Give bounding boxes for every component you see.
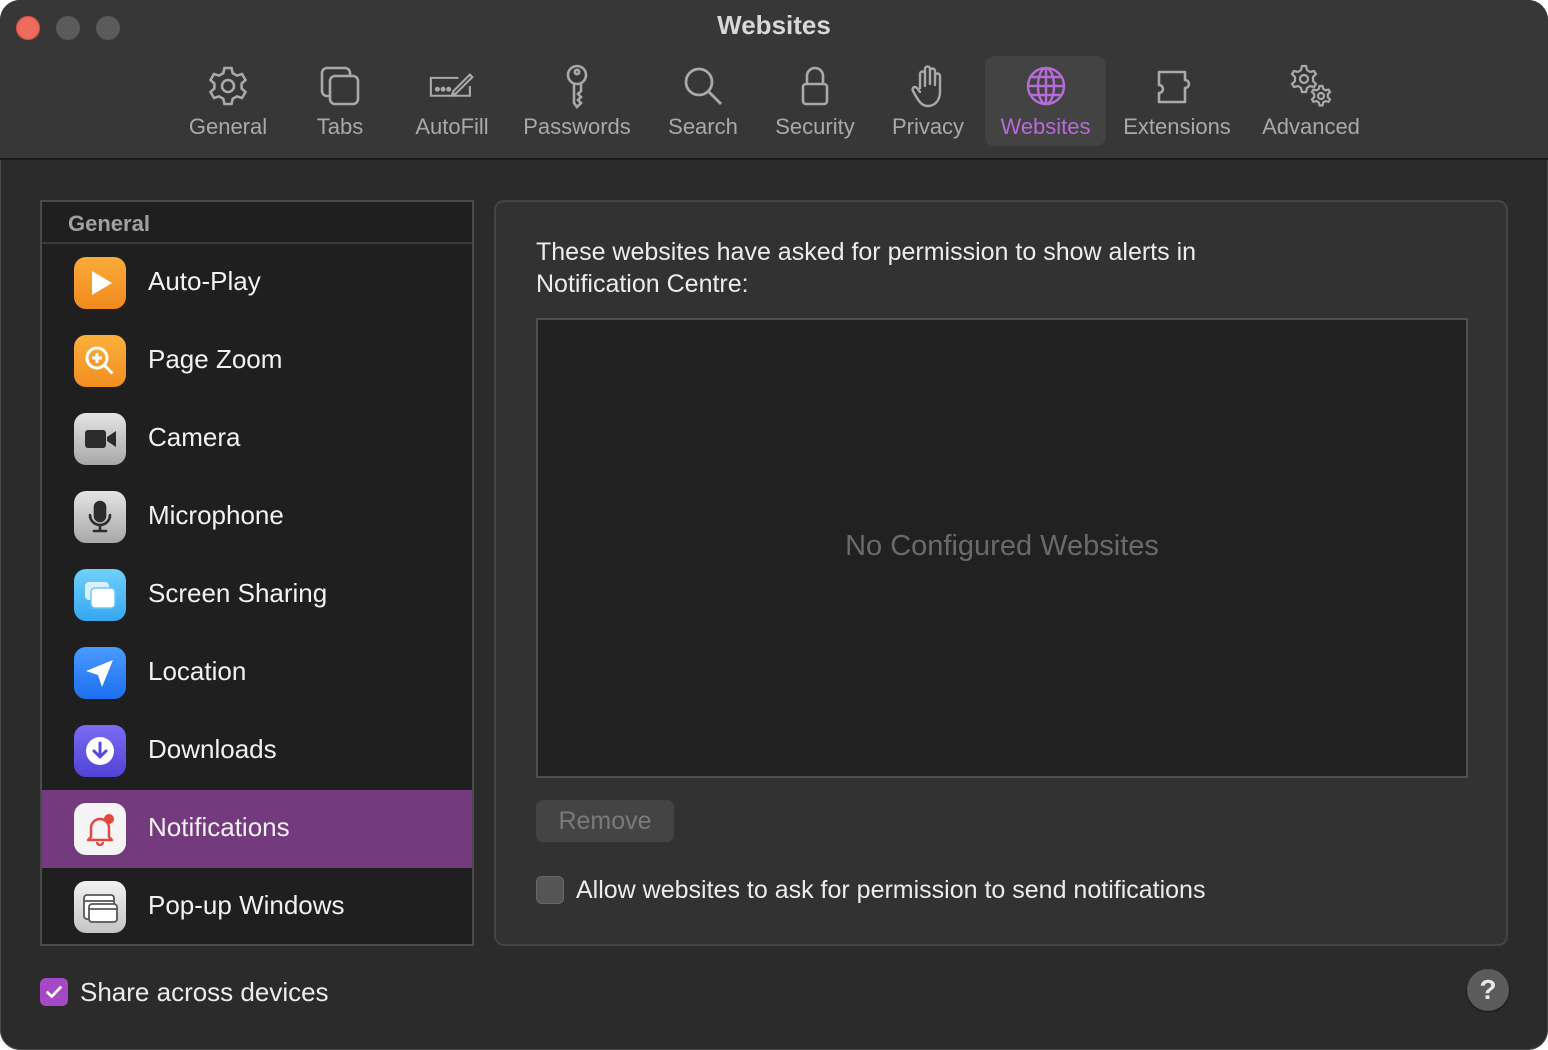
key-icon <box>551 60 603 112</box>
microphone-icon <box>74 491 126 543</box>
sidebar-item-microphone[interactable]: Microphone <box>42 478 472 556</box>
toolbar-label: Extensions <box>1123 114 1231 139</box>
sidebar-header: General <box>42 202 472 244</box>
help-button[interactable]: ? <box>1467 969 1509 1011</box>
sidebar-item-label: Auto-Play <box>148 266 261 296</box>
sidebar-item-label: Camera <box>148 422 241 452</box>
preferences-window: Websites General Tabs AutoFill Passwords… <box>0 0 1548 1050</box>
popup-window-icon <box>74 881 126 933</box>
sidebar: General Auto-Play Page Zoom Camera Micro… <box>40 200 474 946</box>
toolbar-tabs[interactable]: Tabs <box>300 56 380 146</box>
sidebar-item-screen-sharing[interactable]: Screen Sharing <box>42 556 472 634</box>
sidebar-item-label: Location <box>148 656 247 686</box>
share-across-devices-label: Share across devices <box>80 976 329 1007</box>
bell-icon <box>74 803 126 855</box>
allow-permission-row: Allow websites to ask for permission to … <box>536 874 1205 906</box>
sidebar-item-label: Page Zoom <box>148 344 283 374</box>
search-icon <box>677 60 729 112</box>
allow-permission-checkbox[interactable] <box>536 876 564 904</box>
play-icon <box>74 257 126 309</box>
remove-button[interactable]: Remove <box>536 800 674 842</box>
sidebar-item-pop-up-windows[interactable]: Pop-up Windows <box>42 868 472 946</box>
sidebar-item-label: Pop-up Windows <box>148 890 345 920</box>
lock-icon <box>789 60 841 112</box>
toolbar-label: Passwords <box>523 114 631 139</box>
toolbar-label: Security <box>775 114 855 139</box>
toolbar-label: Search <box>668 114 738 139</box>
sidebar-item-label: Notifications <box>148 812 290 842</box>
sidebar-item-auto-play[interactable]: Auto-Play <box>42 244 472 322</box>
toolbar-extensions[interactable]: Extensions <box>1116 56 1238 146</box>
sidebar-item-camera[interactable]: Camera <box>42 400 472 478</box>
share-across-devices-checkbox[interactable] <box>40 978 68 1006</box>
toolbar-passwords[interactable]: Passwords <box>516 56 638 146</box>
toolbar-label: Privacy <box>891 114 965 139</box>
screen-sharing-icon <box>74 569 126 621</box>
puzzle-icon <box>1151 60 1203 112</box>
sidebar-item-page-zoom[interactable]: Page Zoom <box>42 322 472 400</box>
allow-permission-label: Allow websites to ask for permission to … <box>576 875 1206 904</box>
toolbar-general[interactable]: General <box>180 56 276 146</box>
share-across-devices-row: Share across devices <box>40 976 329 1008</box>
content-description: These websites have asked for permission… <box>536 238 1197 298</box>
toolbar-label: Tabs <box>316 114 364 139</box>
globe-icon <box>1020 60 1072 112</box>
sidebar-item-downloads[interactable]: Downloads <box>42 712 472 790</box>
toolbar-label: AutoFill <box>415 114 489 139</box>
gears-icon <box>1285 60 1337 112</box>
toolbar-search[interactable]: Search <box>660 56 746 146</box>
checkmark-icon <box>46 986 62 998</box>
websites-list[interactable]: No Configured Websites <box>536 318 1468 778</box>
autofill-icon <box>426 60 478 112</box>
toolbar-advanced[interactable]: Advanced <box>1254 56 1368 146</box>
zoom-icon <box>74 335 126 387</box>
empty-list-text: No Configured Websites <box>845 530 1159 562</box>
sidebar-item-notifications[interactable]: Notifications <box>42 790 472 868</box>
toolbar-autofill[interactable]: AutoFill <box>404 56 500 146</box>
sidebar-item-label: Microphone <box>148 500 284 530</box>
content-panel: These websites have asked for permission… <box>494 200 1508 946</box>
location-arrow-icon <box>74 647 126 699</box>
hand-icon <box>902 60 954 112</box>
toolbar-label: General <box>188 114 268 139</box>
title-bar: Websites General Tabs AutoFill Passwords… <box>0 0 1548 160</box>
camera-icon <box>74 413 126 465</box>
toolbar-privacy[interactable]: Privacy <box>884 56 972 146</box>
window-title: Websites <box>717 10 831 40</box>
gear-icon <box>202 60 254 112</box>
sidebar-item-label: Downloads <box>148 734 277 764</box>
toolbar-websites[interactable]: Websites <box>985 56 1106 146</box>
toolbar-security[interactable]: Security <box>766 56 864 146</box>
sidebar-item-label: Screen Sharing <box>148 578 328 608</box>
toolbar-label: Advanced <box>1262 114 1360 139</box>
download-icon <box>74 725 126 777</box>
toolbar-label: Websites <box>1000 114 1091 139</box>
sidebar-item-location[interactable]: Location <box>42 634 472 712</box>
tabs-icon <box>314 60 366 112</box>
